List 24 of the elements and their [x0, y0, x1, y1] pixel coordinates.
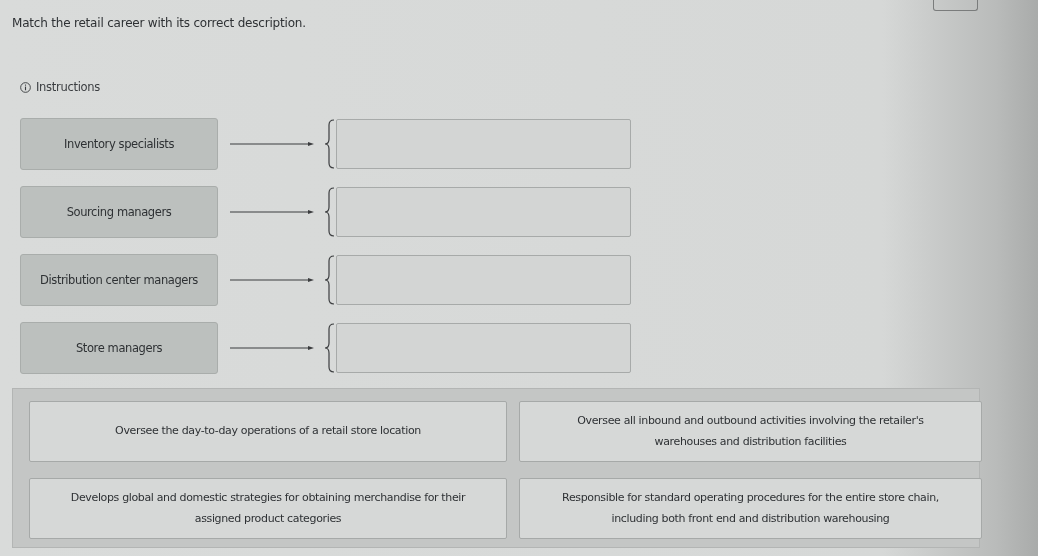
arrow-icon: [230, 345, 314, 351]
question-prompt: Match the retail career with its correct description.: [12, 16, 307, 30]
drop-target-field[interactable]: [336, 187, 631, 237]
brace-icon: [324, 255, 336, 305]
instructions-button[interactable]: Instructions: [20, 80, 100, 94]
corner-box: [933, 0, 978, 11]
arrow-icon: [230, 209, 314, 215]
drop-target-field[interactable]: [336, 323, 631, 373]
career-tile[interactable]: Inventory specialists: [20, 118, 218, 170]
career-tile[interactable]: Distribution center managers: [20, 254, 218, 306]
brace-icon: [324, 187, 336, 237]
arrow-icon: [230, 277, 314, 283]
arrow-icon: [230, 141, 314, 147]
description-tile[interactable]: Oversee all inbound and outbound activities involving the retailer's warehouses and distribution facilities: [519, 401, 982, 462]
description-tile[interactable]: Oversee the day-to-day operations of a retail store location: [29, 401, 507, 462]
brace-icon: [324, 119, 336, 169]
drop-target-field[interactable]: [336, 255, 631, 305]
career-tile[interactable]: Sourcing managers: [20, 186, 218, 238]
drop-target-field[interactable]: [336, 119, 631, 169]
description-tile[interactable]: Develops global and domestic strategies for obtaining merchandise for their assigned product categories: [29, 478, 507, 539]
description-tile[interactable]: Responsible for standard operating procedures for the entire store chain, including both front end and distribution warehousing: [519, 478, 982, 539]
brace-icon: [324, 323, 336, 373]
career-tile[interactable]: Store managers: [20, 322, 218, 374]
info-icon: [20, 81, 31, 93]
